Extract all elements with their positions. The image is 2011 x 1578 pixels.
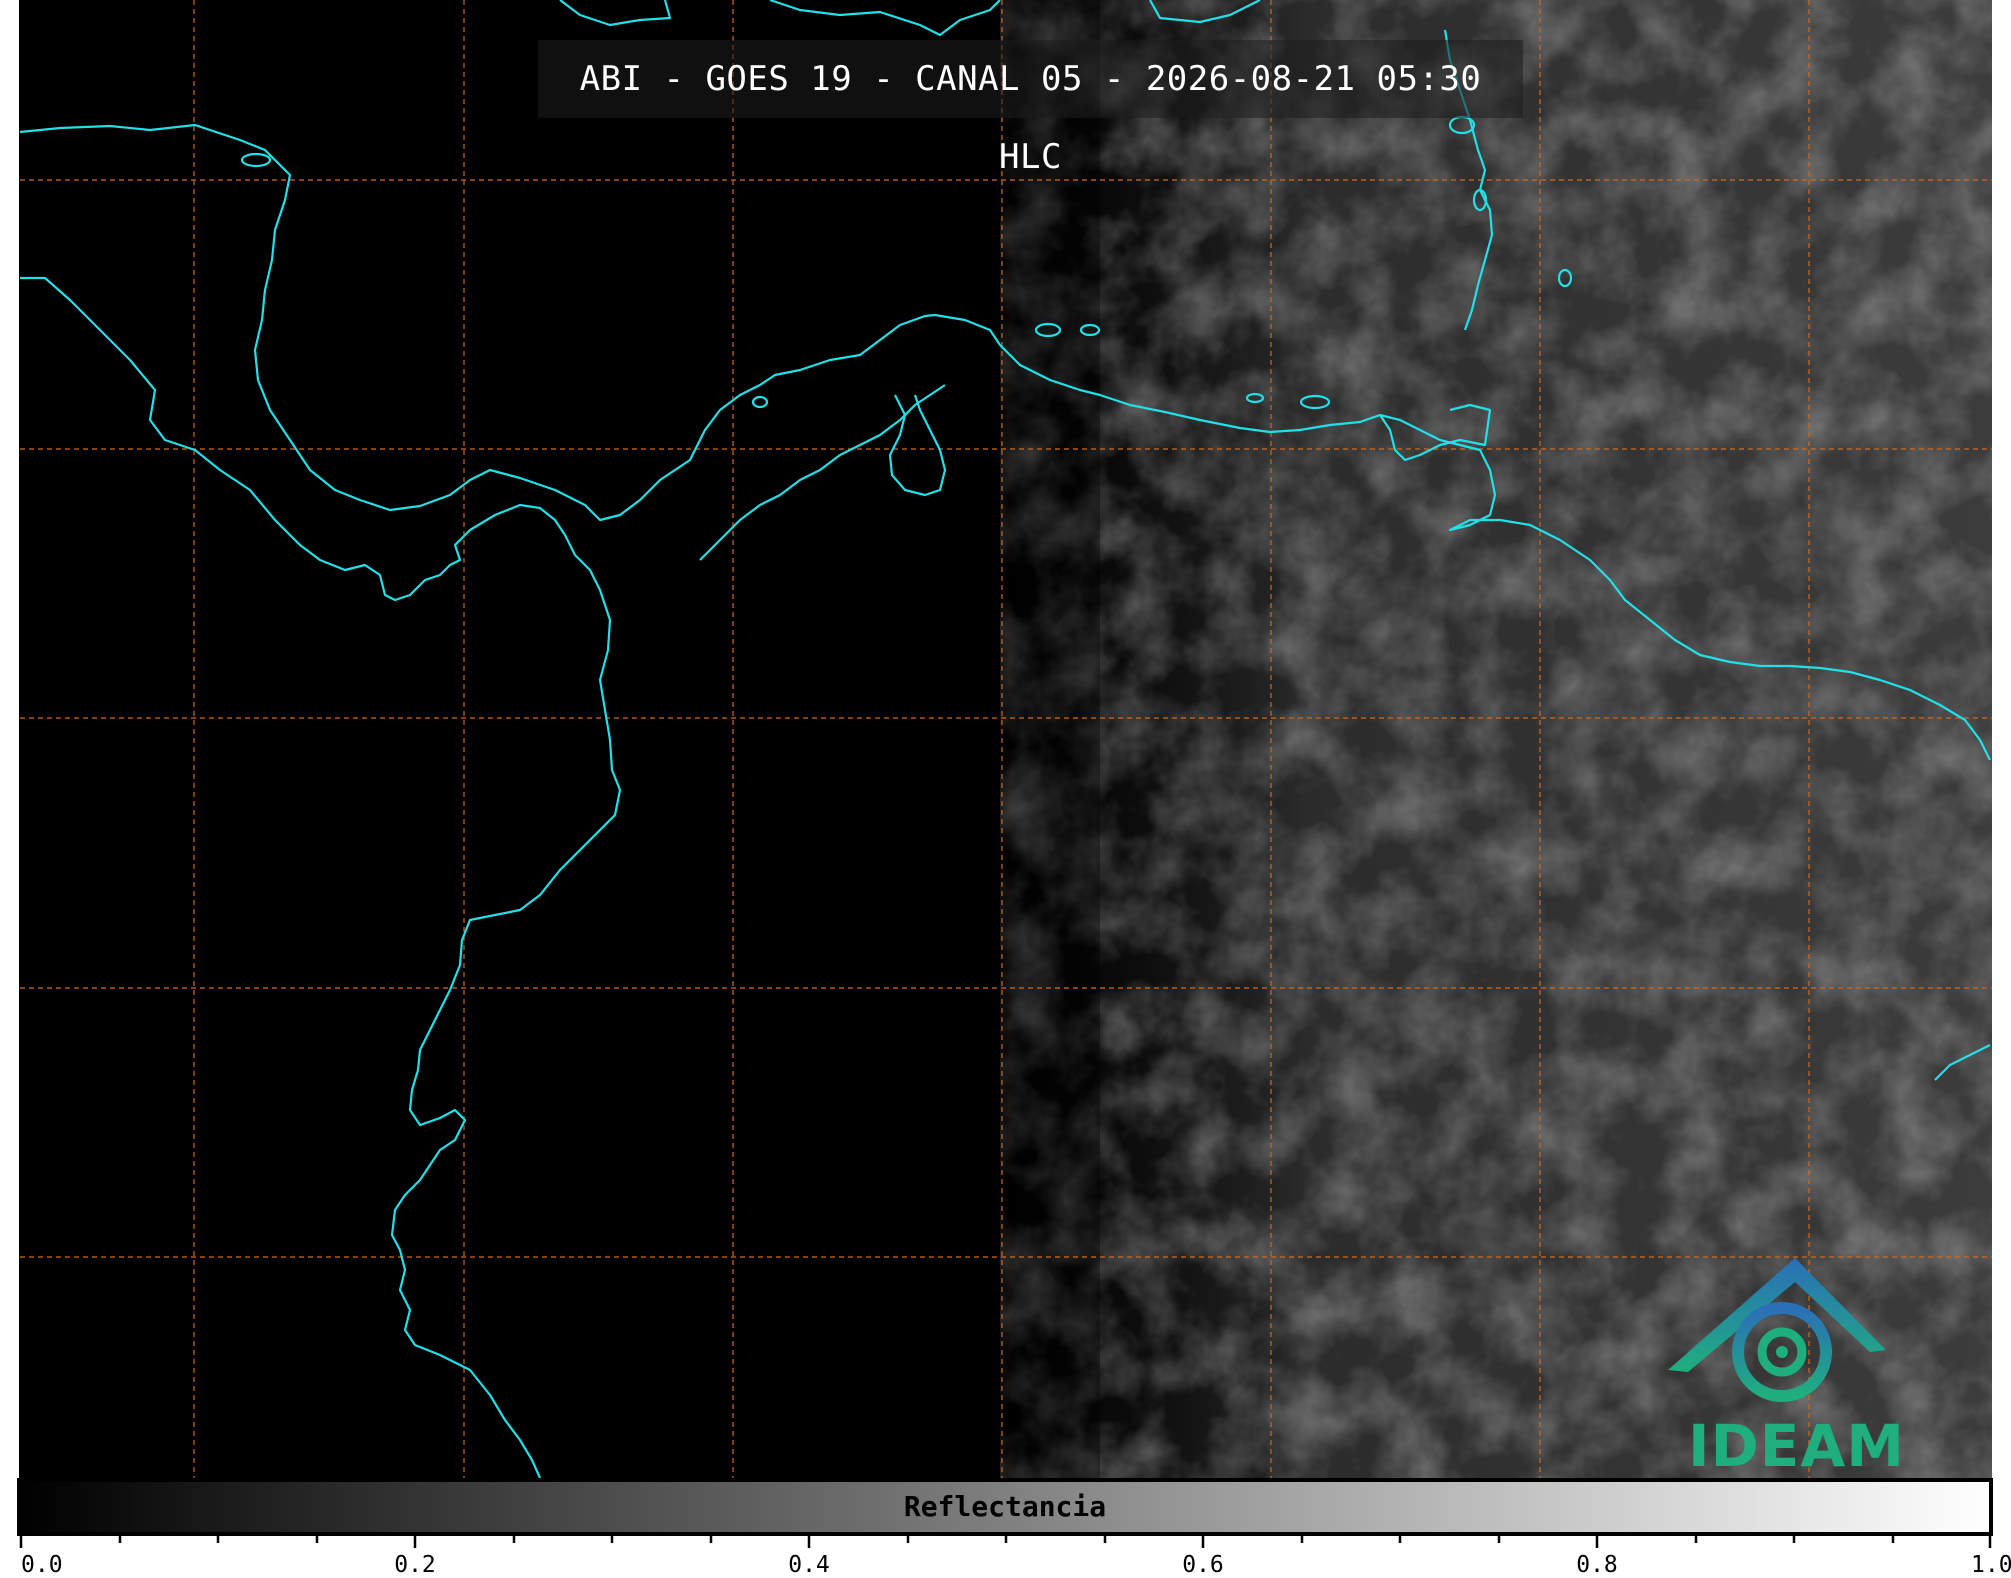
logo-swirl-center xyxy=(1776,1346,1788,1358)
ideam-logo-text: IDEAM xyxy=(1688,1412,1905,1480)
map-title: ABI - GOES 19 - CANAL 05 - 2026-08-21 05… xyxy=(579,59,1482,177)
colorbar-tick-label: 0.4 xyxy=(788,1552,830,1578)
colorbar-ticks xyxy=(19,1534,1992,1548)
colorbar-tick-label: 0.6 xyxy=(1182,1552,1224,1578)
colorbar-tick-label: 0.2 xyxy=(394,1552,436,1578)
colorbar-tick-label: 1.0 xyxy=(1971,1552,2011,1578)
colorbar-tick-label: 0.0 xyxy=(21,1552,63,1578)
satellite-map: ABI - GOES 19 - CANAL 05 - 2026-08-21 05… xyxy=(0,0,2011,1578)
colorbar-label: Reflectancia xyxy=(903,1490,1107,1523)
colorbar-tick-label: 0.8 xyxy=(1576,1552,1618,1578)
map-canvas xyxy=(17,0,1993,1548)
